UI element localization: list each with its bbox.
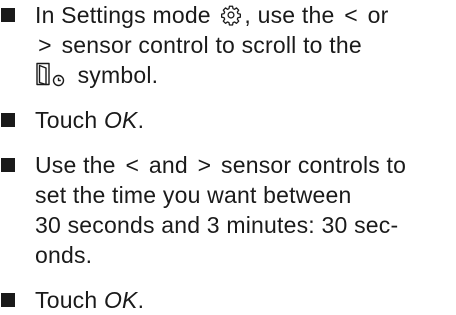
text-run: . [137,107,145,133]
text-run: or [361,2,389,28]
text-line: Touch OK. [35,285,456,315]
bullet-square [1,158,15,172]
text-line: Touch OK. [35,105,456,135]
text-line: Use the < and > sensor controls to [35,150,456,180]
list-item: Touch OK. [0,285,456,315]
text-line: set the time you want between [35,182,352,208]
less-than-symbol: < [344,2,358,28]
less-than-symbol: < [125,152,140,178]
text-run: . [137,287,145,313]
text-line: symbol. [35,60,456,90]
ok-label: OK [103,287,138,313]
text-run: and [142,152,195,178]
greater-than-symbol: > [197,152,212,178]
text-run: Touch [35,107,104,133]
bullet-square [1,113,15,127]
text-run: symbol. [71,62,159,88]
text-line: 30 seconds and 3 minutes: 30 sec- [35,212,399,238]
door-timer-icon [36,62,65,87]
text-run: Use the [35,152,123,178]
text-run: sensor control to scroll to the [55,32,362,58]
text-run: sensor controls to [214,152,407,178]
list-item: In Settings mode , use the < or > sensor… [0,0,456,90]
text-run: In Settings mode [35,2,218,28]
text-line: onds. [35,242,93,268]
text-line: In Settings mode , use the < or [35,0,456,30]
greater-than-symbol: > [38,32,52,58]
list-item: Touch OK. [0,105,456,135]
text-line: > sensor control to scroll to the [35,30,456,60]
text-run: , use the [244,2,342,28]
ok-label: OK [103,107,138,133]
bullet-square [1,293,15,307]
instruction-list: In Settings mode , use the < or > sensor… [0,0,456,315]
bullet-square [1,8,15,22]
text-run: Touch [35,287,104,313]
gear-icon [221,5,242,26]
list-item: Use the < and > sensor controls to set t… [0,150,456,270]
